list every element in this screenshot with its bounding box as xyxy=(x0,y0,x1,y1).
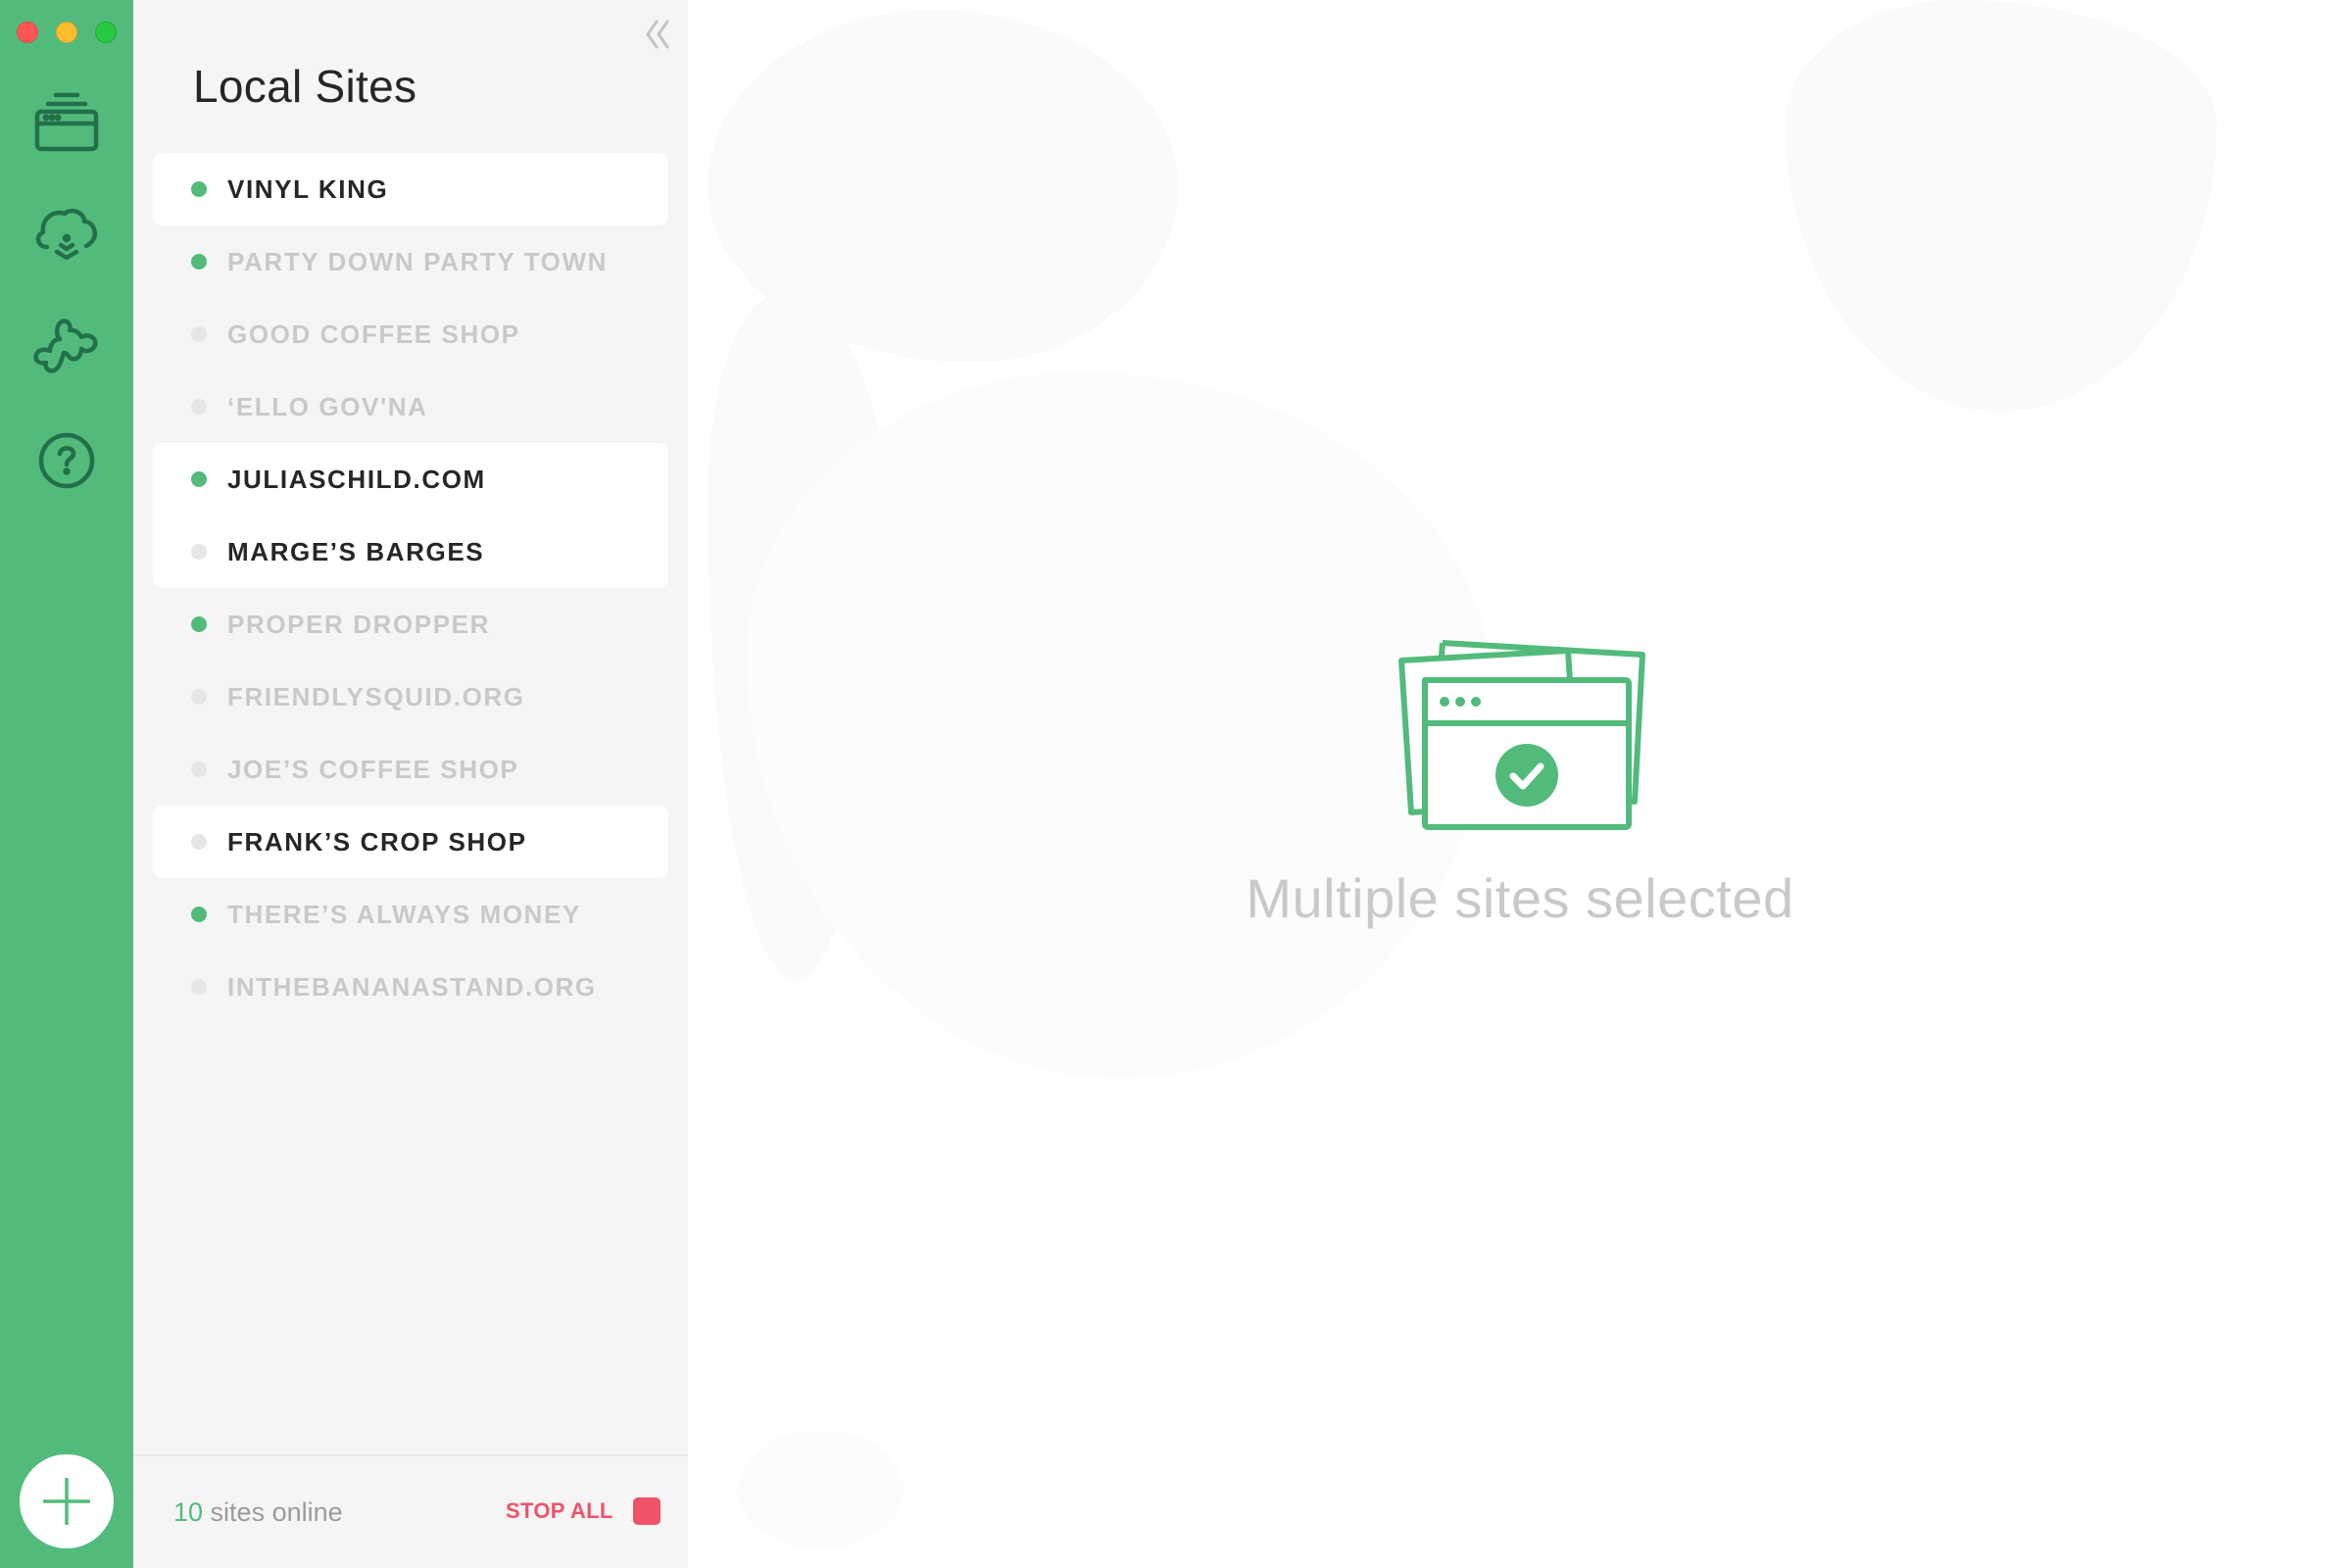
site-list: VINYL KING PARTY DOWN PARTY TOWN GOOD COFF… xyxy=(153,153,668,1023)
rail-item-connect[interactable] xyxy=(27,196,106,274)
stop-icon xyxy=(632,1497,661,1525)
site-list-item[interactable]: JOE’S COFFEE SHOP xyxy=(153,733,668,806)
window-close-button[interactable] xyxy=(17,22,38,43)
online-count-number: 10 xyxy=(173,1497,204,1527)
multiple-sites-check-icon xyxy=(1398,640,1645,830)
status-online-icon xyxy=(191,181,207,197)
empty-state-caption: Multiple sites selected xyxy=(1246,867,1794,929)
site-name: JOE’S COFFEE SHOP xyxy=(227,755,519,784)
site-list-item[interactable]: JULIASCHILD.COM xyxy=(153,443,668,515)
site-list-item[interactable]: PROPER DROPPER xyxy=(153,588,668,661)
site-list-item[interactable]: GOOD COFFEE SHOP xyxy=(153,298,668,370)
panel-footer: 10 sites online STOP ALL xyxy=(133,1454,688,1568)
status-online-icon xyxy=(191,254,207,270)
status-online-icon xyxy=(191,906,207,922)
plus-icon xyxy=(43,1478,90,1525)
site-name: PARTY DOWN PARTY TOWN xyxy=(227,247,608,276)
empty-state: Multiple sites selected xyxy=(688,0,2352,1568)
site-name: ‘ELLO GOV'NA xyxy=(227,392,428,421)
status-offline-icon xyxy=(191,761,207,777)
site-list-item[interactable]: FRANK’S CROP SHOP xyxy=(153,806,668,878)
site-list-item[interactable]: VINYL KING xyxy=(153,153,668,225)
status-offline-icon xyxy=(191,834,207,850)
sites-panel: Local Sites VINYL KING PARTY DOWN PARTY T… xyxy=(133,0,688,1568)
site-name: INTHEBANANASTAND.ORG xyxy=(227,972,597,1002)
status-online-icon xyxy=(191,471,207,487)
online-count-label: sites online xyxy=(203,1497,343,1527)
status-offline-icon xyxy=(191,544,207,560)
site-list-item[interactable]: ‘ELLO GOV'NA xyxy=(153,370,668,443)
collapse-panel-button[interactable] xyxy=(643,18,672,51)
online-count: 10 sites online xyxy=(173,1495,343,1529)
site-list-item[interactable]: THERE’S ALWAYS MONEY xyxy=(153,878,668,951)
site-name: PROPER DROPPER xyxy=(227,610,491,639)
double-chevron-left-icon xyxy=(646,20,669,49)
rail-item-help[interactable] xyxy=(27,421,106,500)
site-list-item[interactable]: MARGE’S BARGES xyxy=(153,515,668,588)
stop-all-label: STOP ALL xyxy=(506,1498,613,1523)
site-list-item[interactable]: INTHEBANANASTAND.ORG xyxy=(153,951,668,1023)
app-rail xyxy=(0,0,133,1568)
help-circle-icon xyxy=(38,432,95,489)
status-offline-icon xyxy=(191,326,207,342)
main-content: Multiple sites selected xyxy=(688,0,2352,1568)
site-list-item[interactable]: FRIENDLYSQUID.ORG xyxy=(153,661,668,733)
site-name: THERE’S ALWAYS MONEY xyxy=(227,900,581,929)
site-name: JULIASCHILD.COM xyxy=(227,465,486,494)
rail-item-addons[interactable] xyxy=(27,308,106,386)
site-name: FRIENDLYSQUID.ORG xyxy=(227,682,525,711)
site-name: VINYL KING xyxy=(227,174,389,204)
puzzle-icon xyxy=(33,318,98,373)
status-offline-icon xyxy=(191,689,207,705)
site-name: FRANK’S CROP SHOP xyxy=(227,827,527,857)
rail-item-sites[interactable] xyxy=(27,80,106,159)
sites-stack-icon xyxy=(34,92,99,152)
status-online-icon xyxy=(191,616,207,632)
add-site-button[interactable] xyxy=(20,1454,114,1548)
status-offline-icon xyxy=(191,399,207,415)
panel-title: Local Sites xyxy=(193,61,417,112)
window-minimize-button[interactable] xyxy=(56,22,77,43)
stop-all-button[interactable]: STOP ALL xyxy=(506,1494,661,1529)
site-name: GOOD COFFEE SHOP xyxy=(227,319,520,349)
site-name: MARGE’S BARGES xyxy=(227,537,485,566)
cloud-download-icon xyxy=(35,209,97,261)
window-maximize-button[interactable] xyxy=(95,22,117,43)
status-offline-icon xyxy=(191,979,207,995)
site-list-item[interactable]: PARTY DOWN PARTY TOWN xyxy=(153,225,668,298)
